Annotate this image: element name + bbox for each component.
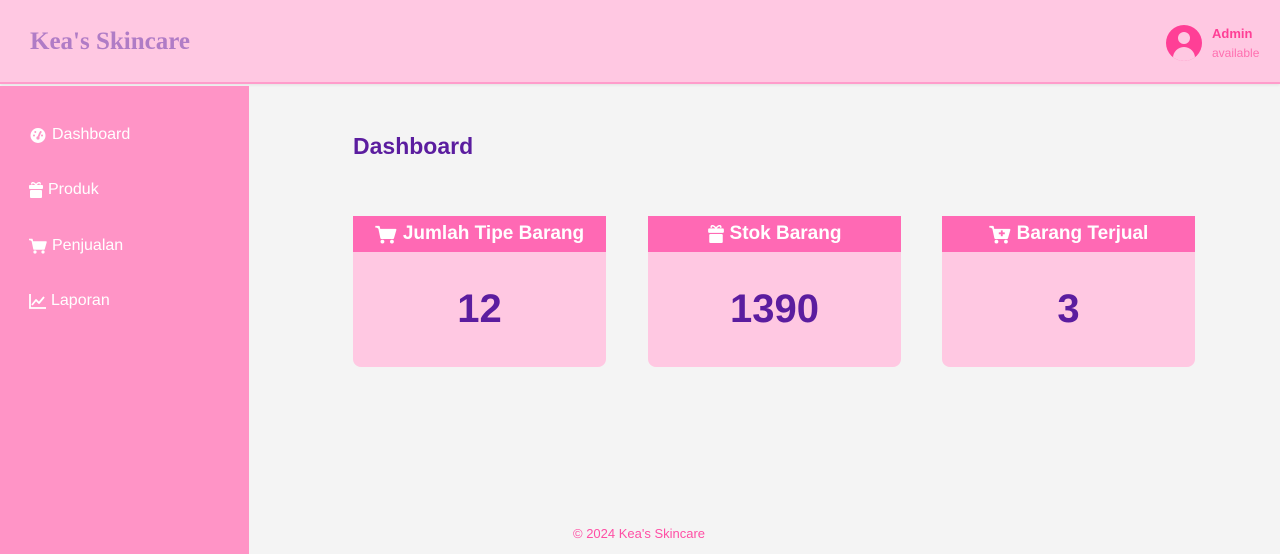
sidebar-item-label: Laporan	[51, 292, 110, 309]
brand-title[interactable]: Kea's Skincare	[30, 28, 190, 56]
sidebar-item-label: Penjualan	[52, 237, 124, 254]
sidebar-item-label: Produk	[48, 181, 99, 198]
card-label: Barang Terjual	[1016, 223, 1149, 244]
cart-icon	[29, 238, 47, 254]
user-avatar-icon[interactable]	[1166, 25, 1202, 61]
gift-icon	[707, 225, 724, 243]
user-status: available	[1212, 46, 1260, 60]
stat-card-barang-terjual: Barang Terjual 3	[942, 216, 1195, 367]
card-value: 1390	[730, 287, 819, 331]
top-header: Kea's Skincare Admin available	[0, 0, 1280, 84]
sidebar: Dashboard Produk Penjualan Laporan	[0, 86, 249, 554]
footer-copyright: © 2024 Kea's Skincare	[573, 526, 706, 541]
card-header: Jumlah Tipe Barang	[353, 216, 606, 252]
card-body: 1390	[648, 252, 901, 367]
card-body: 12	[353, 252, 606, 367]
card-header: Barang Terjual	[942, 216, 1195, 252]
gauge-icon	[30, 128, 46, 143]
line-chart-icon	[29, 293, 46, 309]
card-header: Stok Barang	[648, 216, 901, 252]
sidebar-item-laporan[interactable]: Laporan	[29, 290, 110, 312]
sidebar-item-produk[interactable]: Produk	[29, 179, 99, 201]
cart-icon	[375, 225, 397, 244]
page-title: Dashboard	[353, 133, 474, 159]
sidebar-item-dashboard[interactable]: Dashboard	[29, 124, 130, 146]
stat-card-stok-barang: Stok Barang 1390	[648, 216, 901, 367]
sidebar-item-penjualan[interactable]: Penjualan	[29, 235, 123, 257]
user-name: Admin	[1212, 26, 1253, 41]
sidebar-item-label: Dashboard	[52, 126, 131, 143]
card-label: Jumlah Tipe Barang	[402, 223, 585, 244]
card-label: Stok Barang	[729, 223, 842, 244]
stat-card-jumlah-tipe-barang: Jumlah Tipe Barang 12	[353, 216, 606, 367]
card-value: 3	[1057, 287, 1080, 331]
gift-icon	[29, 182, 43, 198]
cart-plus-icon	[988, 225, 1011, 244]
card-body: 3	[942, 252, 1195, 367]
card-value: 12	[457, 287, 502, 331]
